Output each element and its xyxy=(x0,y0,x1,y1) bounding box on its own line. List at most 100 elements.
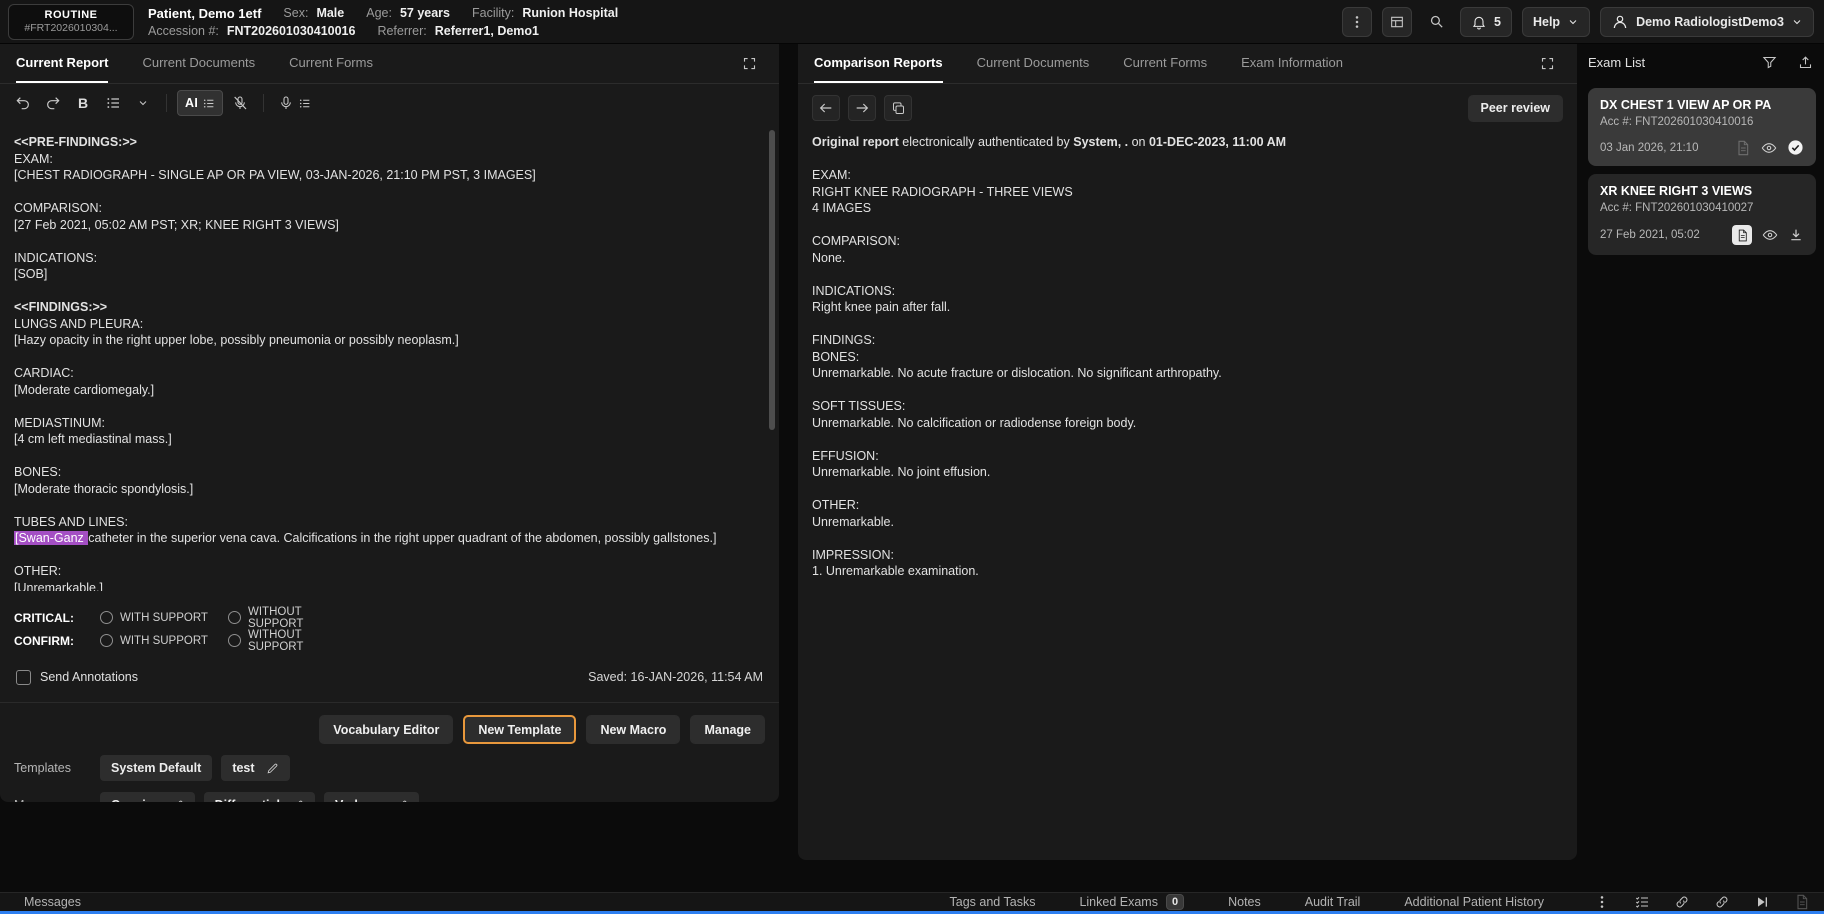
report-line: [SOB] xyxy=(14,267,48,281)
manage-button[interactable]: Manage xyxy=(690,715,765,744)
signed-check-icon xyxy=(1787,139,1804,156)
eye-preview-icon[interactable] xyxy=(1761,140,1777,156)
peer-review-button[interactable]: Peer review xyxy=(1467,94,1563,122)
ai-assist-button[interactable]: AI xyxy=(177,90,224,116)
report-line: COMPARISON: xyxy=(812,234,900,248)
tab-current-forms[interactable]: Current Forms xyxy=(1123,44,1207,83)
tab-current-documents[interactable]: Current Documents xyxy=(977,44,1090,83)
report-panel-tabs: Current Report Current Documents Current… xyxy=(0,44,779,84)
report-line: OTHER: xyxy=(812,498,860,512)
critical-without-support-radio[interactable]: WITHOUT SUPPORT xyxy=(228,606,356,630)
sex-value: Male xyxy=(316,6,345,20)
bell-icon xyxy=(1471,14,1487,30)
priority-box[interactable]: ROUTINE #FRT2026010304... xyxy=(8,3,134,40)
search-icon xyxy=(1428,13,1445,30)
report-scrollbar[interactable] xyxy=(769,130,775,430)
report-line: None. xyxy=(812,250,846,265)
dictation-button[interactable] xyxy=(274,90,315,116)
copy-report-button[interactable] xyxy=(884,95,912,121)
checklist-icon[interactable] xyxy=(1634,894,1650,910)
critical-with-support-radio[interactable]: WITH SUPPORT xyxy=(100,611,228,624)
worklist-button[interactable] xyxy=(1382,6,1413,37)
new-template-button[interactable]: New Template xyxy=(463,715,577,744)
expand-comparison-button[interactable] xyxy=(1533,50,1561,78)
vocabulary-editor-button[interactable]: Vocabulary Editor xyxy=(319,715,454,744)
report-line: CARDIAC: xyxy=(14,366,74,380)
linked-exams-tab[interactable]: Linked Exams 0 xyxy=(1079,894,1185,910)
active-report-button[interactable] xyxy=(1732,225,1752,245)
ai-icon: AI xyxy=(185,96,199,110)
download-icon[interactable] xyxy=(1788,227,1804,243)
user-avatar-icon xyxy=(1611,13,1629,31)
next-report-button[interactable] xyxy=(848,95,876,121)
macro-differential[interactable]: Differential xyxy=(203,792,315,803)
macro-verbose[interactable]: Verbose xyxy=(323,792,419,803)
confirm-with-support-radio[interactable]: WITH SUPPORT xyxy=(100,634,228,647)
expand-icon xyxy=(1540,56,1555,71)
link-exam-icon[interactable] xyxy=(1714,894,1730,910)
confirm-label: CONFIRM: xyxy=(14,633,74,648)
tab-comparison-reports[interactable]: Comparison Reports xyxy=(814,44,943,83)
tab-current-report[interactable]: Current Report xyxy=(16,44,109,83)
exam-card-knee[interactable]: XR KNEE RIGHT 3 VIEWS Acc #: FNT20260103… xyxy=(1588,174,1816,255)
export-button[interactable] xyxy=(1794,51,1816,73)
macro-concise[interactable]: Concise xyxy=(100,792,195,802)
tab-exam-information[interactable]: Exam Information xyxy=(1241,44,1343,83)
additional-patient-history-tab[interactable]: Additional Patient History xyxy=(1404,895,1544,909)
filter-button[interactable] xyxy=(1758,51,1780,73)
toolbar-divider xyxy=(166,94,167,112)
skip-forward-icon[interactable] xyxy=(1754,894,1770,910)
patient-name: Patient, Demo 1etf xyxy=(148,5,262,21)
notifications-button[interactable]: 5 xyxy=(1460,6,1512,37)
radio-icon xyxy=(100,634,113,647)
more-options-button[interactable] xyxy=(1342,6,1373,37)
send-annotations-checkbox[interactable]: Send Annotations xyxy=(16,669,138,685)
mic-off-button[interactable] xyxy=(227,90,253,116)
undo-button[interactable] xyxy=(10,90,36,116)
radio-label: WITHOUT SUPPORT xyxy=(248,605,304,630)
exam-card-chest[interactable]: DX CHEST 1 VIEW AP OR PA Acc #: FNT20260… xyxy=(1588,88,1816,166)
pencil-edit-icon[interactable] xyxy=(291,799,304,803)
report-line: Right knee pain after fall. xyxy=(812,300,951,314)
report-line: INDICATIONS: xyxy=(14,250,98,265)
referrer-label: Referrer: xyxy=(377,23,427,38)
report-line: MEDIASTINUM: xyxy=(14,415,105,430)
kebab-icon[interactable] xyxy=(1594,894,1610,910)
template-test[interactable]: test xyxy=(221,755,290,781)
mic-off-icon xyxy=(232,95,248,111)
link-chain-icon[interactable] xyxy=(1674,894,1690,910)
redo-button[interactable] xyxy=(40,90,66,116)
format-dropdown-button[interactable] xyxy=(130,90,156,116)
new-macro-button[interactable]: New Macro xyxy=(586,715,681,744)
messages-tab[interactable]: Messages xyxy=(24,895,81,909)
template-system-default[interactable]: System Default xyxy=(100,755,213,781)
linked-exams-count: 0 xyxy=(1165,894,1185,910)
help-button[interactable]: Help xyxy=(1521,6,1591,37)
pencil-edit-icon[interactable] xyxy=(171,799,184,803)
expand-report-button[interactable] xyxy=(735,50,763,78)
pencil-edit-icon[interactable] xyxy=(266,762,279,775)
confirm-without-support-radio[interactable]: WITHOUT SUPPORT xyxy=(228,629,356,653)
search-button[interactable] xyxy=(1422,8,1450,36)
radio-icon xyxy=(100,611,113,624)
notes-tab[interactable]: Notes xyxy=(1228,895,1261,909)
tags-and-tasks-tab[interactable]: Tags and Tasks xyxy=(950,895,1036,909)
confirm-row: CONFIRM: WITH SUPPORT WITHOUT SUPPORT xyxy=(14,629,765,653)
audit-trail-tab[interactable]: Audit Trail xyxy=(1305,895,1361,909)
document-page-icon[interactable] xyxy=(1735,140,1751,156)
report-line: OTHER: xyxy=(14,564,62,578)
eye-preview-icon[interactable] xyxy=(1762,227,1778,243)
report-editor[interactable]: <<PRE-FINDINGS:>> EXAM: [CHEST RADIOGRAPH … xyxy=(0,122,779,591)
exam-card-footer: 03 Jan 2026, 21:10 xyxy=(1600,139,1804,156)
tab-current-forms[interactable]: Current Forms xyxy=(289,44,373,83)
bullet-list-button[interactable] xyxy=(100,90,126,116)
user-menu-button[interactable]: Demo RadiologistDemo3 xyxy=(1600,6,1814,37)
bold-button[interactable]: B xyxy=(70,90,96,116)
pencil-edit-icon[interactable] xyxy=(395,799,408,803)
report-line xyxy=(812,151,1563,168)
tab-current-documents[interactable]: Current Documents xyxy=(142,44,255,83)
previous-report-button[interactable] xyxy=(812,95,840,121)
report-line: EXAM: xyxy=(812,168,851,182)
exam-card-icons xyxy=(1735,139,1804,156)
critical-label: CRITICAL: xyxy=(14,610,74,625)
